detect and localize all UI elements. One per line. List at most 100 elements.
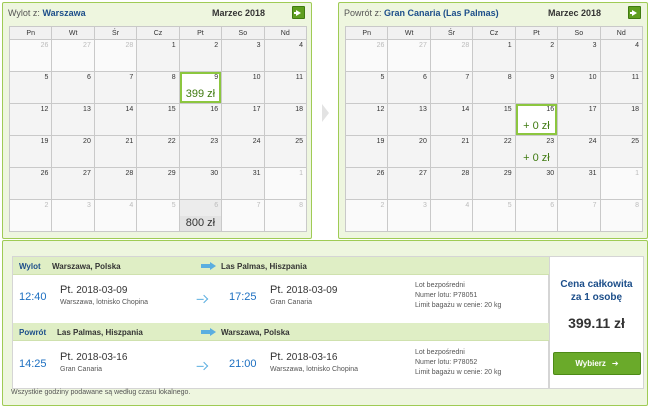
outbound-calendar-day[interactable]: 1 <box>263 167 308 200</box>
return-calendar-header: Powrót z: Gran Canaria (Las Palmas) Marz… <box>339 3 647 23</box>
outbound-calendar-day[interactable]: 8 <box>263 199 308 232</box>
return-calendar-day[interactable]: 15 <box>472 103 516 136</box>
return-day-number: 25 <box>631 138 639 145</box>
outbound-calendar-day[interactable]: 28 <box>93 39 138 72</box>
outbound-calendar-day[interactable]: 14 <box>93 103 138 136</box>
return-calendar-day[interactable]: 10 <box>557 71 601 104</box>
return-calendar-day[interactable]: 9 <box>514 71 559 104</box>
return-calendar-day[interactable]: 2 <box>344 199 389 232</box>
outbound-calendar-day[interactable]: 20 <box>51 135 95 168</box>
outbound-calendar-day[interactable]: 3 <box>51 199 95 232</box>
return-calendar-day[interactable]: 3 <box>387 199 431 232</box>
outbound-calendar-day[interactable]: 10 <box>221 71 265 104</box>
return-calendar-day[interactable]: 5 <box>344 71 389 104</box>
outbound-calendar-day[interactable]: 31 <box>221 167 265 200</box>
return-calendar-day[interactable]: 23 + 0 zł <box>514 135 559 168</box>
return-calendar-day[interactable]: 8 <box>472 71 516 104</box>
return-next-month-arrow-icon[interactable] <box>628 6 641 19</box>
outbound-calendar-day[interactable]: 1 <box>136 39 180 72</box>
return-calendar-day[interactable]: 13 <box>387 103 431 136</box>
return-calendar-day[interactable]: 16 + 0 zł <box>514 103 559 136</box>
outbound-calendar-day[interactable]: 11 <box>263 71 308 104</box>
return-calendar-day[interactable]: 6 <box>514 199 559 232</box>
total-price-caption-per-person: za 1 osobę <box>570 292 623 303</box>
return-calendar-day[interactable]: 19 <box>344 135 389 168</box>
outbound-next-month-arrow-icon[interactable] <box>292 6 305 19</box>
choose-button[interactable]: Wybierz ➔ <box>553 352 641 375</box>
outbound-calendar-day[interactable]: 30 <box>178 167 223 200</box>
return-calendar-day[interactable]: 31 <box>557 167 601 200</box>
return-calendar-day[interactable]: 25 <box>599 135 644 168</box>
outbound-calendar-day[interactable]: 5 <box>136 199 180 232</box>
return-calendar-day[interactable]: 6 <box>387 71 431 104</box>
return-day-number: 28 <box>461 170 470 177</box>
return-calendar-day[interactable]: 4 <box>599 39 644 72</box>
return-calendar-day[interactable]: 27 <box>387 39 431 72</box>
return-day-number: 2 <box>550 42 555 49</box>
outbound-calendar-day[interactable]: 2 <box>178 39 223 72</box>
return-calendar-day[interactable]: 3 <box>557 39 601 72</box>
outbound-calendar-day[interactable]: 12 <box>8 103 53 136</box>
outbound-day-number: 29 <box>167 170 176 177</box>
return-calendar-day[interactable]: 20 <box>387 135 431 168</box>
outbound-calendar-day[interactable]: 27 <box>51 167 95 200</box>
outbound-calendar-day[interactable]: 15 <box>136 103 180 136</box>
outbound-calendar-day[interactable]: 17 <box>221 103 265 136</box>
return-calendar-day[interactable]: 21 <box>429 135 474 168</box>
return-leg-to: Warszawa, Polska <box>221 328 290 337</box>
return-calendar-day[interactable]: 28 <box>429 167 474 200</box>
return-calendar-day[interactable]: 24 <box>557 135 601 168</box>
return-calendar-day[interactable]: 12 <box>344 103 389 136</box>
return-calendar-day[interactable]: 4 <box>429 199 474 232</box>
return-calendar-day[interactable]: 22 <box>472 135 516 168</box>
return-calendar-day[interactable]: 26 <box>344 167 389 200</box>
return-calendar-day[interactable]: 14 <box>429 103 474 136</box>
return-day-number: 26 <box>376 42 385 49</box>
outbound-calendar-day[interactable]: 23 <box>178 135 223 168</box>
outbound-calendar-day[interactable]: 22 <box>136 135 180 168</box>
outbound-calendar-day[interactable]: 28 <box>93 167 138 200</box>
outbound-calendar-day[interactable]: 7 <box>221 199 265 232</box>
outbound-calendar-day[interactable]: 21 <box>93 135 138 168</box>
outbound-calendar-day[interactable]: 8 <box>136 71 180 104</box>
outbound-calendar-day[interactable]: 4 <box>263 39 308 72</box>
outbound-calendar-day[interactable]: 7 <box>93 71 138 104</box>
outbound-day-number: 4 <box>299 42 303 49</box>
return-calendar-day[interactable]: 8 <box>599 199 644 232</box>
return-calendar-day[interactable]: 5 <box>472 199 516 232</box>
return-calendar-day[interactable]: 27 <box>387 167 431 200</box>
outbound-calendar-panel: Wylot z: Warszawa Marzec 2018 Pn Wt Śr Cz Pt… <box>2 2 312 239</box>
outbound-arrival-date: Pt. 2018-03-09 <box>270 284 337 296</box>
outbound-day-number: 15 <box>167 106 176 113</box>
outbound-calendar-day[interactable]: 3 <box>221 39 265 72</box>
outbound-calendar-week: 2 3 4 5 6 800 zł 7 8 <box>8 199 308 232</box>
return-calendar-day[interactable]: 18 <box>599 103 644 136</box>
outbound-calendar-day[interactable]: 24 <box>221 135 265 168</box>
return-calendar-day[interactable]: 7 <box>557 199 601 232</box>
outbound-calendar-day[interactable]: 5 <box>8 71 53 104</box>
return-calendar-day[interactable]: 1 <box>472 39 516 72</box>
outbound-calendar-day[interactable]: 16 <box>178 103 223 136</box>
outbound-calendar-day[interactable]: 13 <box>51 103 95 136</box>
outbound-calendar-day[interactable]: 26 <box>8 39 53 72</box>
return-calendar-day[interactable]: 7 <box>429 71 474 104</box>
outbound-calendar-day[interactable]: 2 <box>8 199 53 232</box>
return-calendar-day[interactable]: 28 <box>429 39 474 72</box>
outbound-calendar-day[interactable]: 4 <box>93 199 138 232</box>
outbound-calendar-day[interactable]: 18 <box>263 103 308 136</box>
outbound-calendar-day[interactable]: 29 <box>136 167 180 200</box>
return-calendar-day[interactable]: 17 <box>557 103 601 136</box>
outbound-calendar-day[interactable]: 6 <box>51 71 95 104</box>
return-calendar-day[interactable]: 1 <box>599 167 644 200</box>
outbound-calendar-day[interactable]: 6 800 zł <box>178 199 223 232</box>
return-calendar-day[interactable]: 26 <box>344 39 389 72</box>
return-calendar-day[interactable]: 29 <box>472 167 516 200</box>
return-calendar-day[interactable]: 11 <box>599 71 644 104</box>
outbound-calendar-day[interactable]: 9 399 zł <box>178 71 223 104</box>
return-calendar-day[interactable]: 2 <box>514 39 559 72</box>
outbound-calendar-day[interactable]: 25 <box>263 135 308 168</box>
return-calendar-day[interactable]: 30 <box>514 167 559 200</box>
outbound-calendar-day[interactable]: 19 <box>8 135 53 168</box>
outbound-calendar-day[interactable]: 27 <box>51 39 95 72</box>
outbound-calendar-day[interactable]: 26 <box>8 167 53 200</box>
